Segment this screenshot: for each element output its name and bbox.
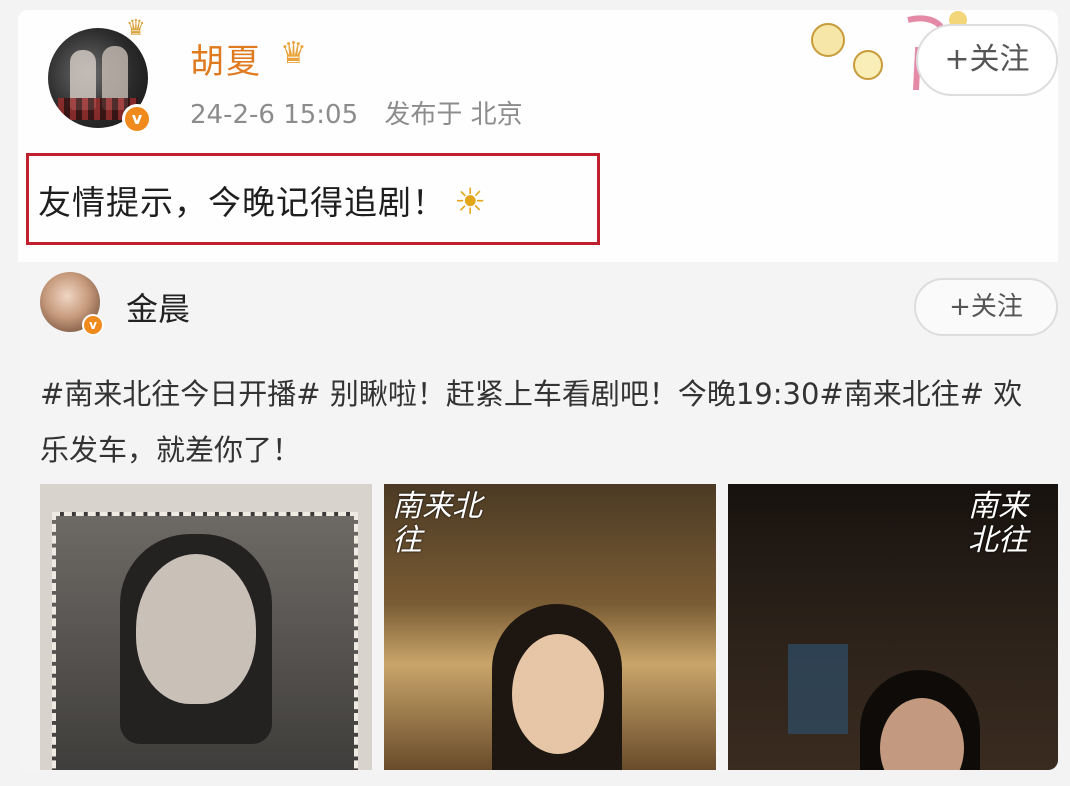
photo-figure-face — [136, 554, 256, 704]
post-text-content: 友情提示，今晚记得追剧！ — [38, 183, 446, 222]
post-meta: 24-2-6 15:05 发布于 北京 — [190, 94, 541, 131]
drama-title-calligraphy: 南来北往 — [968, 489, 1028, 558]
drama-title-calligraphy: 南来北往 — [392, 489, 482, 558]
sun-emoji-icon: ☀ — [454, 182, 488, 223]
post-text: 友情提示，今晚记得追剧！ ☀ — [38, 176, 487, 224]
repost-follow-button[interactable]: +关注 — [914, 278, 1058, 336]
follow-button[interactable]: +关注 — [916, 24, 1058, 96]
repost-image-2[interactable]: 南来北往 — [384, 484, 716, 770]
vip-crown-icon: ♛ — [280, 36, 307, 71]
crown-icon: ♛ — [126, 16, 146, 41]
repost-image-3[interactable]: 南来北往 — [728, 484, 1058, 770]
repost-username[interactable]: 金晨 — [126, 284, 190, 330]
post-date: 24-2-6 15:05 — [190, 100, 359, 130]
verified-badge-icon: v — [82, 314, 104, 336]
repost-image-1[interactable] — [40, 484, 372, 770]
repost-text: #南来北往今日开播# 别瞅啦！赶紧上车看剧吧！今晚19:30#南来北往# 欢乐发… — [40, 377, 1023, 467]
post-username[interactable]: 胡夏 — [190, 34, 262, 83]
repost-container[interactable]: v 金晨 +关注 #南来北往今日开播# 别瞅啦！赶紧上车看剧吧！今晚19:30#… — [18, 262, 1058, 770]
photo-background-light — [788, 644, 848, 734]
photo-figure-face — [512, 634, 604, 754]
weibo-post-card: ♛ v 胡夏 ♛ 24-2-6 15:05 发布于 北京 +关注 友情提示，今晚… — [18, 10, 1058, 770]
verified-badge-icon: v — [122, 104, 152, 134]
post-location: 发布于 北京 — [384, 100, 523, 130]
